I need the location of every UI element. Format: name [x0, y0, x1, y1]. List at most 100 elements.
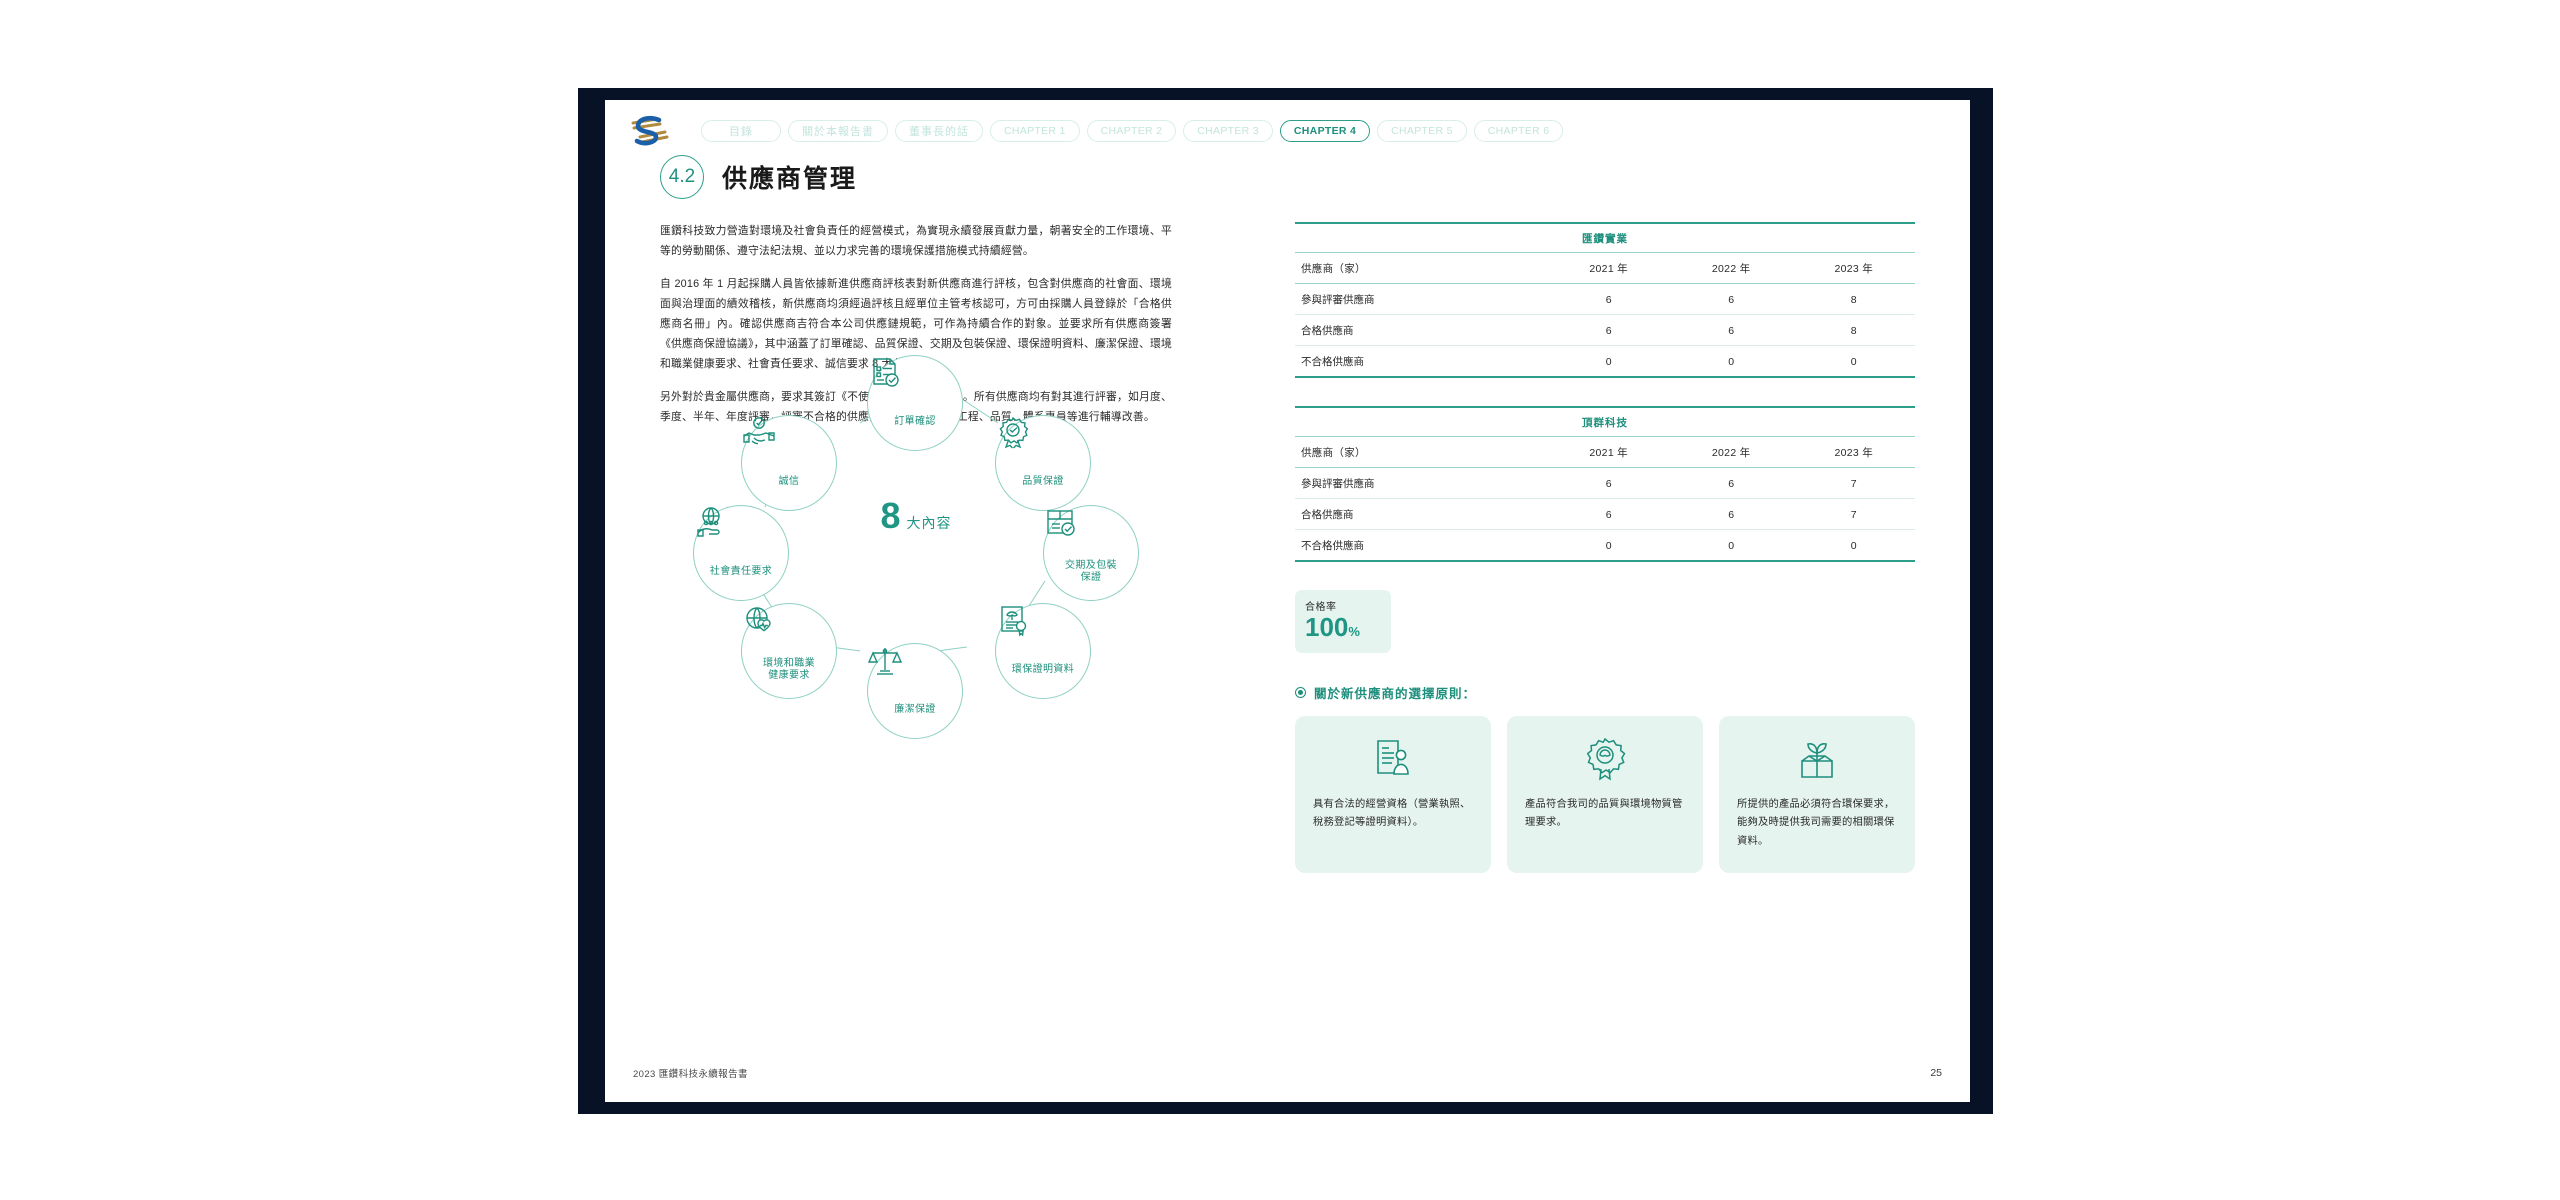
row-label: 不合格供應商 [1295, 529, 1548, 562]
nav-tab-6[interactable]: CHAPTER 4 [1279, 120, 1371, 142]
center-unit: 大內容 [906, 515, 952, 531]
principle-text: 產品符合我司的品質與環境物質管理要求。 [1525, 798, 1683, 829]
pass-rate-badge: 合格率 100% [1295, 590, 1391, 653]
row-label: 合格供應商 [1295, 498, 1548, 530]
bullet-icon [1295, 686, 1306, 698]
cell: 7 [1792, 467, 1915, 499]
pass-rate-number: 100 [1305, 612, 1349, 642]
nav-tab-7[interactable]: CHAPTER 5 [1377, 120, 1467, 142]
cell: 0 [1547, 529, 1670, 562]
table-row: 不合格供應商 0 0 0 [1295, 529, 1915, 562]
eco-certificate-icon [1001, 606, 1063, 662]
cell: 0 [1669, 529, 1793, 562]
table-row: 參與評審供應商 6 6 7 [1295, 467, 1915, 499]
diagram-center: 8 大內容 [841, 495, 991, 537]
section-title-text: 供應商管理 [722, 165, 858, 193]
supplier-table-2: 頂群科技 供應商（家） 2021 年 2022 年 2023 年 參與評審供應商… [1295, 406, 1915, 562]
cell: 6 [1547, 314, 1670, 346]
col-header: 2023 年 [1792, 436, 1915, 468]
diagram-node-delivery-packaging[interactable]: 交期及包裝 保證 [1043, 505, 1139, 601]
pass-rate-value: 100% [1305, 612, 1381, 643]
globe-heart-icon [746, 607, 809, 656]
data-column: 匯鑽實業 供應商（家） 2021 年 2022 年 2023 年 參與評審供應商… [1295, 222, 1915, 874]
company-logo [627, 111, 673, 151]
cell: 6 [1547, 283, 1670, 315]
document-person-icon [1370, 736, 1416, 784]
nav-tab-3[interactable]: CHAPTER 1 [990, 120, 1080, 142]
cell: 6 [1547, 498, 1670, 530]
diagram-node-env-health[interactable]: 環境和職業 健康要求 [741, 603, 837, 699]
principles-title: 關於新供應商的選擇原則： [1314, 686, 1477, 701]
handshake-check-icon [743, 417, 809, 474]
page-footer: 2023 匯鑽科技永續報告書 25 [605, 1066, 1970, 1080]
table-title: 匯鑽實業 [1295, 222, 1915, 253]
node-label: 環境和職業 健康要求 [763, 657, 815, 682]
nav-tab-2[interactable]: 董事長的話 [895, 120, 983, 142]
nav-tab-5[interactable]: CHAPTER 3 [1183, 120, 1273, 142]
row-label: 參與評審供應商 [1295, 467, 1548, 499]
node-label: 交期及包裝 保證 [1065, 559, 1117, 584]
page-header: 目錄 關於本報告書 董事長的話 CHAPTER 1 CHAPTER 2 CHAPTER 3… [605, 100, 1970, 162]
cell: 7 [1792, 498, 1915, 530]
table-row: 合格供應商 6 6 8 [1295, 314, 1915, 346]
principle-card: 產品符合我司的品質與環境物質管理要求。 [1507, 715, 1703, 874]
diagram-node-quality-assurance[interactable]: 品質保證 [995, 415, 1091, 511]
node-label: 誠信 [778, 475, 800, 487]
report-page: 目錄 關於本報告書 董事長的話 CHAPTER 1 CHAPTER 2 CHAPTER 3… [605, 100, 1970, 1102]
principle-text: 具有合法的經營資格（營業執照、稅務登記等證明資料）。 [1313, 798, 1471, 829]
col-header: 供應商（家） [1295, 436, 1548, 468]
nav-tab-8[interactable]: CHAPTER 6 [1473, 120, 1564, 142]
eight-contents-diagram: 8 大內容 訂單確認 品質保證 交期及包裝 保證 環保證明資料 廉潔保證 環境和… [655, 355, 1175, 739]
cell: 6 [1669, 498, 1793, 530]
cell: 8 [1792, 283, 1915, 315]
cell: 6 [1669, 314, 1793, 346]
footer-page-number: 25 [1930, 1067, 1942, 1079]
node-label: 品質保證 [1022, 475, 1064, 487]
table-row: 參與評審供應商 6 6 8 [1295, 283, 1915, 315]
table-header-row: 供應商（家） 2021 年 2022 年 2023 年 [1295, 436, 1915, 468]
supplier-table-1: 匯鑽實業 供應商（家） 2021 年 2022 年 2023 年 參與評審供應商… [1295, 222, 1915, 378]
row-label: 不合格供應商 [1295, 345, 1548, 378]
nav-tab-0[interactable]: 目錄 [701, 120, 781, 142]
principle-card: 具有合法的經營資格（營業執照、稅務登記等證明資料）。 [1295, 715, 1491, 874]
cell: 8 [1792, 314, 1915, 346]
diagram-node-order-confirmation[interactable]: 訂單確認 [867, 355, 963, 451]
nav-tab-4[interactable]: CHAPTER 2 [1086, 120, 1177, 142]
cell: 0 [1792, 529, 1915, 562]
col-header: 2022 年 [1669, 252, 1793, 284]
node-label: 環保證明資料 [1011, 663, 1075, 675]
paragraph: 匯鑽科技致力營造對環境及社會負責任的經營模式，為實現永續發展貢獻力量，朝著安全的… [660, 225, 1172, 257]
cell: 0 [1547, 345, 1670, 378]
section-number: 4.2 [660, 155, 704, 199]
diagram-node-social-responsibility[interactable]: 社會責任要求 [693, 505, 789, 601]
principles-cards: 具有合法的經營資格（營業執照、稅務登記等證明資料）。 產品符合我司的品質與環境物… [1295, 715, 1915, 874]
col-header: 2021 年 [1547, 436, 1670, 468]
diagram-node-integrity-guarantee[interactable]: 廉潔保證 [867, 643, 963, 739]
cell: 6 [1669, 283, 1793, 315]
quality-seal-icon [1582, 736, 1628, 784]
table-title: 頂群科技 [1295, 406, 1915, 437]
globe-hand-icon [697, 507, 761, 564]
nav-tab-1[interactable]: 關於本報告書 [788, 120, 888, 142]
center-number: 8 [880, 495, 901, 536]
col-header: 供應商（家） [1295, 252, 1548, 284]
principle-card: 所提供的產品必須符合環保要求，能夠及時提供我司需要的相關環保資料。 [1719, 715, 1915, 874]
diagram-node-eco-certificate[interactable]: 環保證明資料 [995, 603, 1091, 699]
table-row: 不合格供應商 0 0 0 [1295, 345, 1915, 378]
quality-badge-icon [999, 416, 1063, 474]
pass-rate-label: 合格率 [1305, 602, 1337, 613]
footer-report-title: 2023 匯鑽科技永續報告書 [633, 1069, 748, 1080]
col-header: 2022 年 [1669, 436, 1793, 468]
row-label: 參與評審供應商 [1295, 283, 1548, 315]
scales-icon [868, 648, 935, 702]
diagram-node-integrity[interactable]: 誠信 [741, 415, 837, 511]
row-label: 合格供應商 [1295, 314, 1548, 346]
col-header: 2021 年 [1547, 252, 1670, 284]
pass-rate-unit: % [1348, 624, 1360, 639]
cell: 0 [1792, 345, 1915, 378]
page-title: 4.2 供應商管理 [660, 155, 857, 199]
chapter-nav[interactable]: 目錄 關於本報告書 董事長的話 CHAPTER 1 CHAPTER 2 CHAPTER 3… [701, 120, 1564, 142]
principles-heading: 關於新供應商的選擇原則： [1295, 683, 1915, 702]
col-header: 2023 年 [1792, 252, 1915, 284]
cell: 6 [1669, 467, 1793, 499]
